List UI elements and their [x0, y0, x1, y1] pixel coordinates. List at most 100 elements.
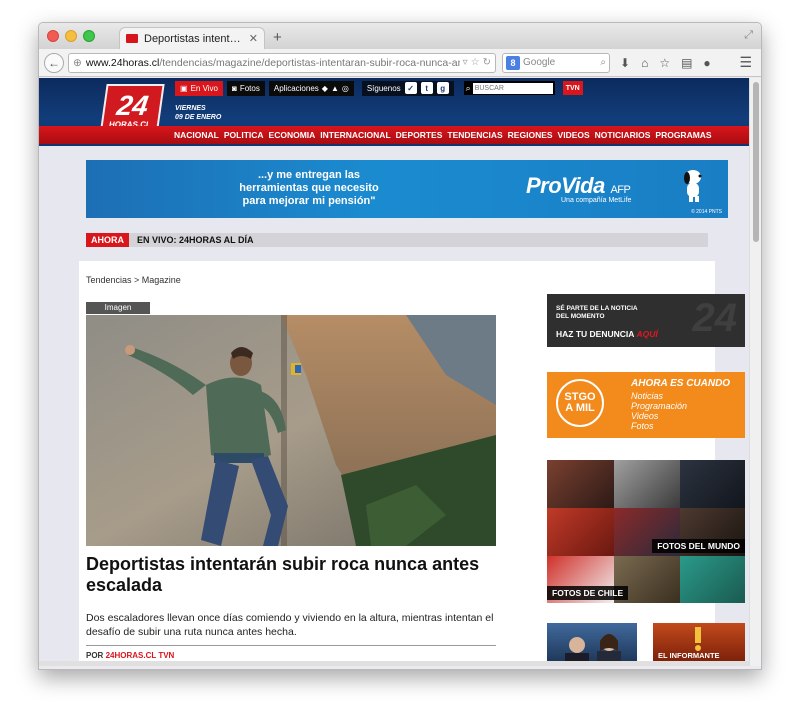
nav-deportes[interactable]: DEPORTES [396, 130, 443, 140]
gallery-tile[interactable] [614, 460, 680, 508]
site-search: ⌕ [463, 81, 555, 95]
photo-gallery-mosaic[interactable]: FOTOS DEL MUNDO FOTOS DE CHILE [547, 460, 745, 603]
search-bar[interactable]: 8 Google ⌕ [502, 52, 610, 73]
site-header: 24 HORAS.CL ▣ En Vivo ◙ Fotos Aplicaciones… [39, 78, 751, 146]
ad-line-3: para mejorar mi pensión" [242, 195, 376, 207]
nav-internacional[interactable]: INTERNACIONAL [320, 130, 390, 140]
nav-regiones[interactable]: REGIONES [508, 130, 553, 140]
gallery-tile[interactable] [547, 460, 614, 508]
article-area: Tendencias > Magazine Imagen Deportistas… [79, 261, 745, 666]
denuncia-intro: SÉ PARTE DE LA NOTICIA DEL MOMENTO [556, 305, 638, 321]
fullscreen-icon[interactable]: ⤢ [744, 29, 753, 42]
site-search-input[interactable] [472, 82, 553, 94]
bookmarks-icon[interactable]: ▤ [681, 56, 692, 70]
url-text: www.24horas.cl/tendencias/magazine/depor… [86, 57, 460, 69]
news-anchors-photo [565, 634, 621, 663]
denuncia-banner[interactable]: 24 SÉ PARTE DE LA NOTICIA DEL MOMENTO HA… [547, 294, 745, 347]
provida-ad-banner[interactable]: ...y me entregan las herramientas que ne… [86, 160, 728, 218]
maximize-window-button[interactable] [83, 30, 95, 42]
fotos-link[interactable]: ◙ Fotos [227, 80, 265, 96]
stgo-logo: STGO A MIL [556, 379, 604, 427]
stgo-link-noticias[interactable]: Noticias [631, 391, 687, 401]
bookmark-outline-icon[interactable]: ☆ [471, 57, 480, 68]
reload-icon[interactable]: ↻ [483, 57, 491, 68]
nav-videos[interactable]: VIDEOS [558, 130, 590, 140]
aplicaciones-link[interactable]: Aplicaciones ◆ ▲ ◎ [268, 80, 354, 96]
star-icon[interactable]: ☆ [659, 56, 670, 70]
tvn-logo[interactable]: TVN [562, 81, 583, 95]
el-informante-label: EL INFORMANTE [658, 651, 720, 660]
news-anchors-thumbnail[interactable] [547, 623, 637, 663]
stgo-links: Noticias Programación Videos Fotos [631, 391, 687, 431]
globe-icon: ⊕ [73, 56, 82, 69]
ad-brand-suffix: AFP [610, 184, 631, 196]
en-vivo-label: En Vivo [190, 83, 218, 93]
like-icon[interactable]: ✓ [404, 82, 417, 94]
address-bar[interactable]: ⊕ www.24horas.cl/tendencias/magazine/dep… [68, 52, 496, 73]
ticker-text: EN VIVO: 24HORAS AL DÍA [137, 235, 254, 245]
menu-icon[interactable]: ☰ [739, 54, 752, 71]
site-search-icon[interactable]: ⌕ [466, 83, 471, 94]
nav-nacional[interactable]: NACIONAL [174, 130, 219, 140]
search-engine-icon[interactable]: 8 [506, 55, 520, 70]
byline-source-link[interactable]: 24HORAS.CL TVN [106, 651, 175, 660]
home-icon[interactable]: ⌂ [641, 56, 648, 70]
title-bar: Deportistas intentarán sub... ✕ + ⤢ [39, 23, 761, 49]
nav-politica[interactable]: POLITICA [224, 130, 264, 140]
fotos-label: Fotos [239, 83, 260, 93]
ad-subtitle: Una compañía MetLife [561, 197, 632, 204]
hero-climbing-photo[interactable] [86, 315, 496, 546]
download-icon[interactable]: ⬇ [620, 56, 630, 70]
fotos-del-mundo-caption[interactable]: FOTOS DEL MUNDO [652, 539, 745, 553]
window-controls [47, 30, 95, 42]
new-tab-button[interactable]: + [273, 29, 282, 46]
el-informante-thumbnail[interactable]: EL INFORMANTE [653, 623, 745, 663]
live-ticker[interactable]: AHORA EN VIVO: 24HORAS AL DÍA [86, 233, 708, 247]
nav-noticiarios[interactable]: NOTICIARIOS [595, 130, 651, 140]
vertical-scrollbar[interactable] [749, 78, 761, 666]
back-button[interactable]: ← [44, 52, 64, 73]
tab-close-icon[interactable]: ✕ [249, 32, 258, 45]
stgo-link-videos[interactable]: Videos [631, 411, 687, 421]
twitter-icon[interactable]: t [420, 82, 433, 94]
stgo-a-mil-banner[interactable]: STGO A MIL AHORA ES CUANDO Noticias Prog… [547, 372, 745, 438]
nav-economia[interactable]: ECONOMIA [269, 130, 316, 140]
gallery-tile[interactable] [547, 508, 614, 556]
google-plus-icon[interactable]: g [436, 82, 449, 94]
tv-icon: ▣ [180, 83, 188, 93]
dropdown-arrow-icon[interactable]: ▿ [463, 57, 468, 68]
minimize-window-button[interactable] [65, 30, 77, 42]
date-day: 09 DE ENERO [175, 114, 222, 121]
horizontal-scrollbar[interactable] [39, 661, 751, 666]
app-store-icon: ◎ [341, 83, 349, 93]
browser-window: Deportistas intentarán sub... ✕ + ⤢ ← ⊕ … [38, 22, 762, 670]
ad-line-1: ...y me entregan las [257, 169, 361, 181]
gallery-tile[interactable] [680, 556, 745, 603]
magnifier-icon[interactable]: ⌕ [600, 57, 606, 68]
url-host: www.24horas.cl [85, 56, 160, 69]
scrollbar-thumb[interactable] [753, 82, 759, 242]
byline-prefix: POR [86, 651, 104, 660]
apple-icon: ◆ [321, 83, 328, 93]
browser-tab[interactable]: Deportistas intentarán sub... ✕ [119, 27, 265, 49]
stgo-link-fotos[interactable]: Fotos [631, 421, 687, 431]
fotos-de-chile-caption[interactable]: FOTOS DE CHILE [547, 586, 629, 600]
nav-programas[interactable]: PROGRAMAS [655, 130, 711, 140]
addon-icon[interactable]: ● [703, 56, 710, 70]
stgo-link-programacion[interactable]: Programación [631, 401, 687, 411]
close-window-button[interactable] [47, 30, 59, 42]
nav-tendencias[interactable]: TENDENCIAS [447, 130, 502, 140]
navigation-toolbar: ← ⊕ www.24horas.cl/tendencias/magazine/d… [39, 49, 761, 77]
date-block: VIERNES 09 DE ENERO [175, 104, 221, 122]
image-tab[interactable]: Imagen [86, 302, 150, 314]
breadcrumb[interactable]: Tendencias > Magazine [86, 275, 181, 285]
article-summary: Dos escaladores llevan once días comiend… [86, 612, 494, 638]
en-vivo-link[interactable]: ▣ En Vivo [175, 80, 223, 96]
denuncia-cta-text: HAZ TU DENUNCIA [556, 329, 635, 339]
denuncia-bg-number: 24 [692, 296, 738, 340]
ad-brand-name: ProVida [526, 173, 605, 198]
logo-number: 24 [114, 89, 151, 121]
date-weekday: VIERNES [175, 105, 206, 112]
android-icon: ▲ [330, 83, 339, 93]
gallery-tile[interactable] [680, 460, 745, 508]
